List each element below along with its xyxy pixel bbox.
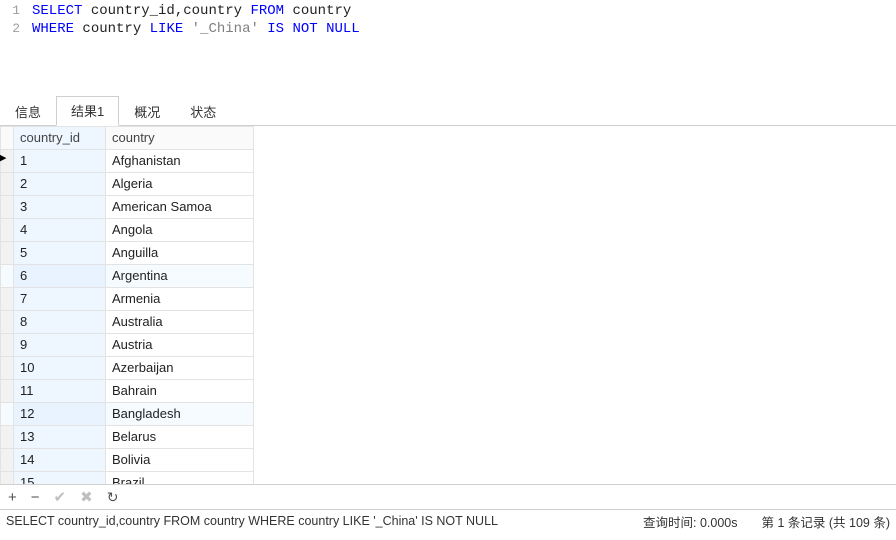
table-row[interactable]: 3American Samoa	[1, 196, 254, 219]
table-row[interactable]: 12Bangladesh	[1, 403, 254, 426]
code-line[interactable]: WHERE country LIKE '_China' IS NOT NULL	[32, 20, 360, 38]
tab-3[interactable]: 状态	[175, 97, 231, 126]
cell-id[interactable]: 1	[14, 150, 106, 173]
column-header-id[interactable]: country_id	[14, 127, 106, 150]
table-row[interactable]: 4Angola	[1, 219, 254, 242]
cell-country[interactable]: American Samoa	[106, 196, 254, 219]
row-indicator	[1, 380, 14, 403]
status-bar: SELECT country_id,country FROM country W…	[0, 510, 896, 532]
current-row-indicator: ▶	[0, 151, 6, 164]
results-table[interactable]: country_id country 1Afghanistan2Algeria3…	[0, 126, 254, 484]
table-row[interactable]: 10Azerbaijan	[1, 357, 254, 380]
cell-country[interactable]: Bahrain	[106, 380, 254, 403]
cell-country[interactable]: Armenia	[106, 288, 254, 311]
cell-country[interactable]: Australia	[106, 311, 254, 334]
status-record-info: 第 1 条记录 (共 109 条)	[750, 512, 891, 531]
row-indicator	[1, 403, 14, 426]
status-sql: SELECT country_id,country FROM country W…	[6, 514, 510, 528]
cell-id[interactable]: 5	[14, 242, 106, 265]
table-row[interactable]: 1Afghanistan	[1, 150, 254, 173]
code-line[interactable]: SELECT country_id,country FROM country	[32, 2, 351, 20]
cell-id[interactable]: 3	[14, 196, 106, 219]
result-tabbar: 信息结果1概况状态	[0, 100, 896, 126]
cell-country[interactable]: Belarus	[106, 426, 254, 449]
row-indicator	[1, 242, 14, 265]
gutter-line: 2	[0, 20, 32, 38]
table-row[interactable]: 5Anguilla	[1, 242, 254, 265]
table-row[interactable]: 8Australia	[1, 311, 254, 334]
row-indicator	[1, 472, 14, 485]
apply-button: ✔	[54, 490, 67, 505]
cell-id[interactable]: 11	[14, 380, 106, 403]
table-row[interactable]: 11Bahrain	[1, 380, 254, 403]
table-row[interactable]: 6Argentina	[1, 265, 254, 288]
table-row[interactable]: 15Brazil	[1, 472, 254, 485]
row-indicator	[1, 265, 14, 288]
cancel-button: ✖	[80, 490, 93, 505]
add-row-button[interactable]: +	[8, 490, 17, 505]
row-indicator	[1, 219, 14, 242]
cell-country[interactable]: Austria	[106, 334, 254, 357]
cell-country[interactable]: Azerbaijan	[106, 357, 254, 380]
gutter-line: 1	[0, 2, 32, 20]
sql-editor[interactable]: 1SELECT country_id,country FROM country2…	[0, 0, 896, 100]
cell-id[interactable]: 4	[14, 219, 106, 242]
table-row[interactable]: 9Austria	[1, 334, 254, 357]
row-indicator	[1, 311, 14, 334]
cell-country[interactable]: Anguilla	[106, 242, 254, 265]
results-pane: ▶ country_id country 1Afghanistan2Algeri…	[0, 126, 896, 484]
cell-id[interactable]: 2	[14, 173, 106, 196]
row-indicator	[1, 357, 14, 380]
cell-country[interactable]: Bangladesh	[106, 403, 254, 426]
cell-id[interactable]: 13	[14, 426, 106, 449]
cell-id[interactable]: 6	[14, 265, 106, 288]
row-indicator	[1, 334, 14, 357]
status-query-time: 查询时间: 0.000s	[631, 512, 749, 531]
tab-2[interactable]: 概况	[119, 97, 175, 126]
row-indicator	[1, 288, 14, 311]
table-row[interactable]: 2Algeria	[1, 173, 254, 196]
grid-toolbar: + − ✔ ✖ ↻	[0, 484, 896, 510]
cell-id[interactable]: 8	[14, 311, 106, 334]
table-row[interactable]: 13Belarus	[1, 426, 254, 449]
cell-country[interactable]: Angola	[106, 219, 254, 242]
cell-id[interactable]: 14	[14, 449, 106, 472]
cell-country[interactable]: Algeria	[106, 173, 254, 196]
cell-country[interactable]: Bolivia	[106, 449, 254, 472]
row-header-blank	[1, 127, 14, 150]
cell-country[interactable]: Afghanistan	[106, 150, 254, 173]
tab-1[interactable]: 结果1	[56, 96, 119, 126]
table-row[interactable]: 7Armenia	[1, 288, 254, 311]
tab-0[interactable]: 信息	[0, 97, 56, 126]
cell-id[interactable]: 12	[14, 403, 106, 426]
delete-row-button[interactable]: −	[31, 490, 40, 505]
cell-id[interactable]: 9	[14, 334, 106, 357]
cell-id[interactable]: 7	[14, 288, 106, 311]
row-indicator	[1, 173, 14, 196]
table-row[interactable]: 14Bolivia	[1, 449, 254, 472]
row-indicator	[1, 426, 14, 449]
row-indicator	[1, 196, 14, 219]
cell-id[interactable]: 15	[14, 472, 106, 485]
cell-country[interactable]: Argentina	[106, 265, 254, 288]
row-indicator	[1, 449, 14, 472]
cell-id[interactable]: 10	[14, 357, 106, 380]
cell-country[interactable]: Brazil	[106, 472, 254, 485]
refresh-button[interactable]: ↻	[107, 490, 119, 504]
column-header-country[interactable]: country	[106, 127, 254, 150]
